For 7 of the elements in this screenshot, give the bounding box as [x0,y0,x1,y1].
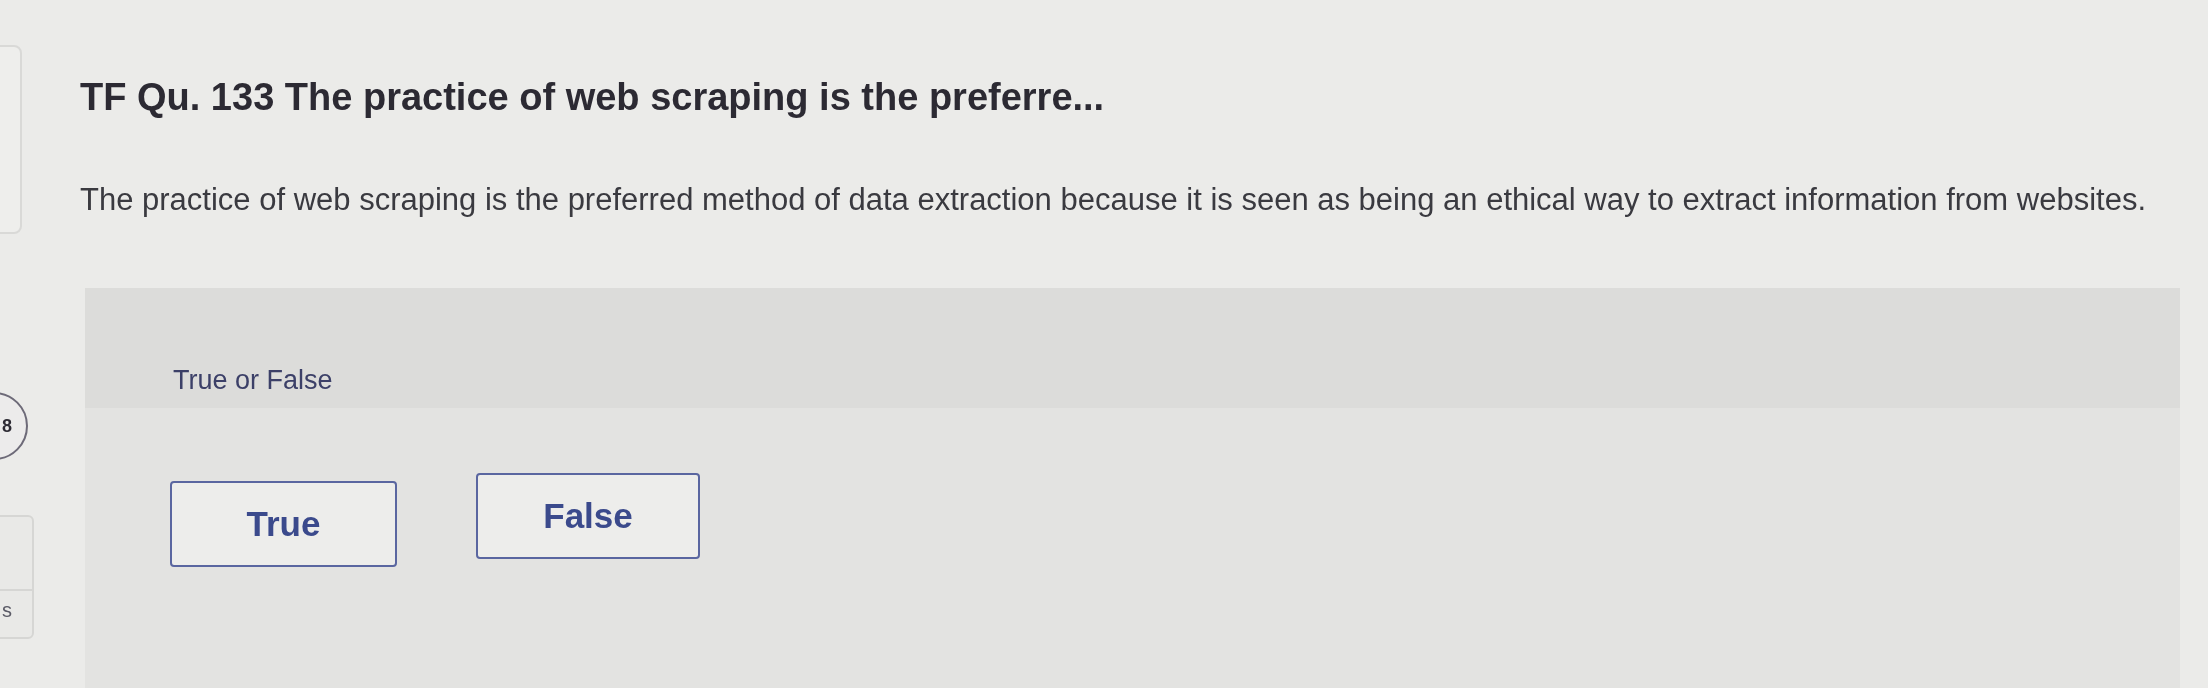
instruction-text: True or False [173,364,333,396]
answer-button[interactable]: True [170,481,397,567]
answer-button[interactable]: False [476,473,700,559]
sidebar-label: s [2,599,13,622]
question-prompt: The practice of web scraping is the preferred method of data extraction because it is seen as being an ethical way to extract information from websites. [80,181,2147,219]
question-number-button[interactable]: 8 [0,392,28,460]
question-title: TF Qu. 133 The practice of web scraping is the preferre... [80,75,1106,120]
